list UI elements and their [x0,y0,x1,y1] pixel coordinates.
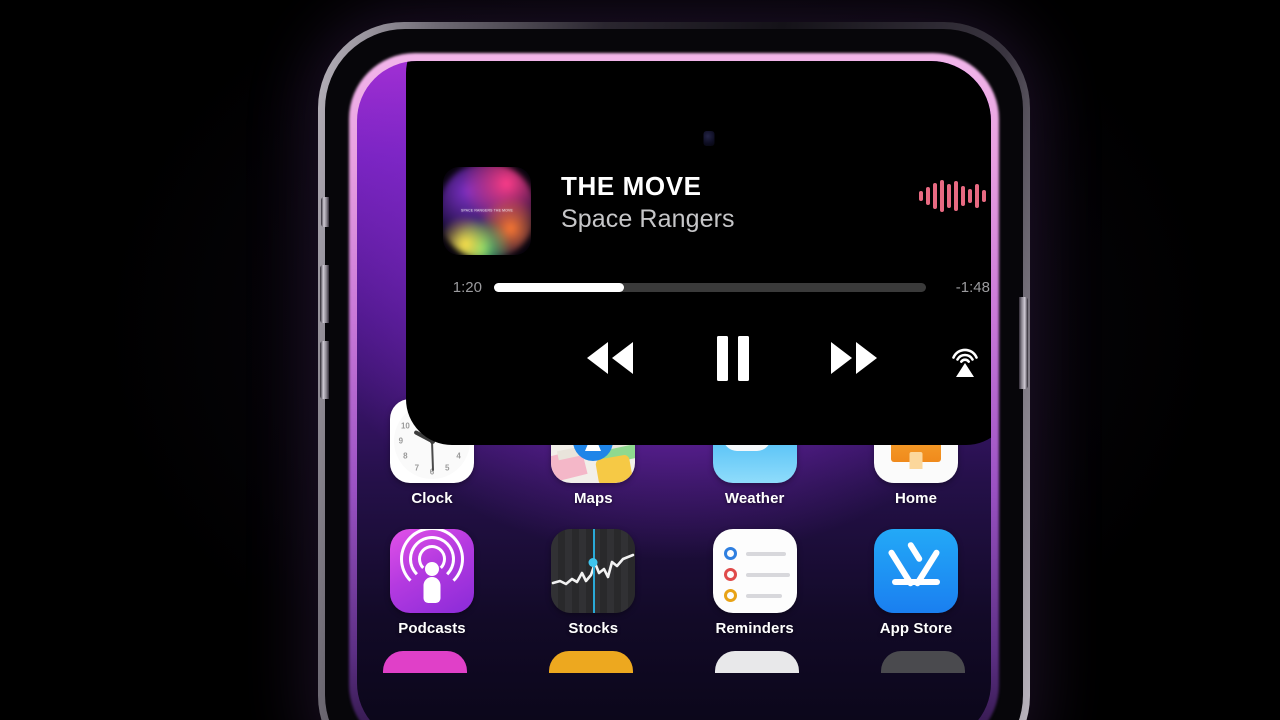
dynamic-island-now-playing[interactable]: SPACE RANGERS THE MOVE THE MOVE Space Ra… [406,61,991,445]
app-label: Home [894,490,938,507]
rewind-button[interactable] [572,323,646,393]
app-label: Stocks [568,620,619,637]
reminder-dot [723,568,737,581]
app-icon-app-store[interactable]: App Store [867,529,965,637]
podcast-person-head [425,562,439,576]
playback-progress[interactable]: 1:20 -1:48 [430,279,990,296]
reminder-dot [723,589,737,602]
app-icon-reminders[interactable]: Reminders [706,529,804,637]
reminder-item [723,547,786,560]
house-door [909,452,923,469]
podcast-person-body [423,577,441,603]
settings-icon[interactable] [881,651,965,673]
power-button[interactable] [1019,297,1028,389]
app-icon-stocks[interactable]: Stocks [544,529,642,637]
progress-fill [494,283,624,292]
album-art-caption: SPACE RANGERS THE MOVE [461,208,513,213]
clock-numeral: 5 [444,463,450,473]
clock-numeral: 8 [403,451,408,461]
pause-icon [717,335,749,381]
track-artist: Space Rangers [561,204,735,233]
clock-numeral: 7 [414,463,420,473]
clock-numeral: 4 [456,451,461,461]
app-label: Clock [411,490,453,507]
airplay-button[interactable] [928,323,991,393]
volume-up-button[interactable] [320,265,329,323]
stocks-icon [551,529,636,613]
app-icon-podcasts[interactable]: Podcasts [383,529,481,637]
home-screen-app-grid: 12 1 2 3 4 5 6 7 8 9 [357,399,991,720]
clock-numeral: 10 [400,421,410,431]
reminder-item [723,589,782,602]
fast-forward-button[interactable] [818,323,892,393]
stocks-cursor-dot [588,558,598,567]
app-store-glyph-stroke [891,579,940,585]
reminder-text-bar [745,551,786,556]
podcasts-icon [390,529,474,613]
audio-waveform-icon [919,179,986,213]
stocks-cursor-line [593,529,596,613]
app-label: Podcasts [398,620,466,637]
photos-icon[interactable] [383,651,467,673]
album-artwork[interactable]: SPACE RANGERS THE MOVE [443,167,531,255]
phone-screen: 12 1 2 3 4 5 6 7 8 9 [357,61,991,720]
app-row-3-partial [383,651,965,673]
reminder-dot [723,547,737,560]
clock-second-hand [431,440,435,472]
now-playing-header: SPACE RANGERS THE MOVE THE MOVE Space Ra… [443,167,988,259]
reminder-text-bar [745,593,782,598]
contacts-icon[interactable] [715,651,799,673]
notes-icon[interactable] [549,651,633,673]
progress-scrubber[interactable] [494,283,926,292]
forward-icon [831,342,877,374]
airplay-icon [952,348,978,377]
rewind-icon [587,342,633,374]
screenshot-stage: 12 1 2 3 4 5 6 7 8 9 [0,0,1280,720]
iphone-device-frame: 12 1 2 3 4 5 6 7 8 9 [318,22,1030,720]
play-pause-button[interactable] [696,323,770,393]
app-store-glyph-stroke [906,541,924,563]
reminders-icon [712,529,797,613]
reminder-text-bar [745,572,790,577]
app-label: Weather [724,490,785,507]
clock-numeral: 9 [398,436,404,446]
track-title: THE MOVE [561,171,702,201]
volume-down-button[interactable] [320,341,329,399]
silent-switch-button[interactable] [321,197,329,227]
transport-controls [406,323,991,393]
app-row-2: Podcasts Stocks Reminders App Store [383,529,965,637]
reminder-item [723,568,790,581]
front-camera-icon [703,131,715,146]
app-store-icon [873,529,958,613]
app-label: App Store [879,620,953,637]
remaining-time-label: -1:48 [955,279,990,296]
phone-bezel: 12 1 2 3 4 5 6 7 8 9 [320,29,1028,720]
track-metadata: THE MOVE Space Rangers [561,171,892,234]
app-label: Reminders [715,620,794,637]
elapsed-time-label: 1:20 [452,279,482,296]
app-label: Maps [573,490,613,507]
